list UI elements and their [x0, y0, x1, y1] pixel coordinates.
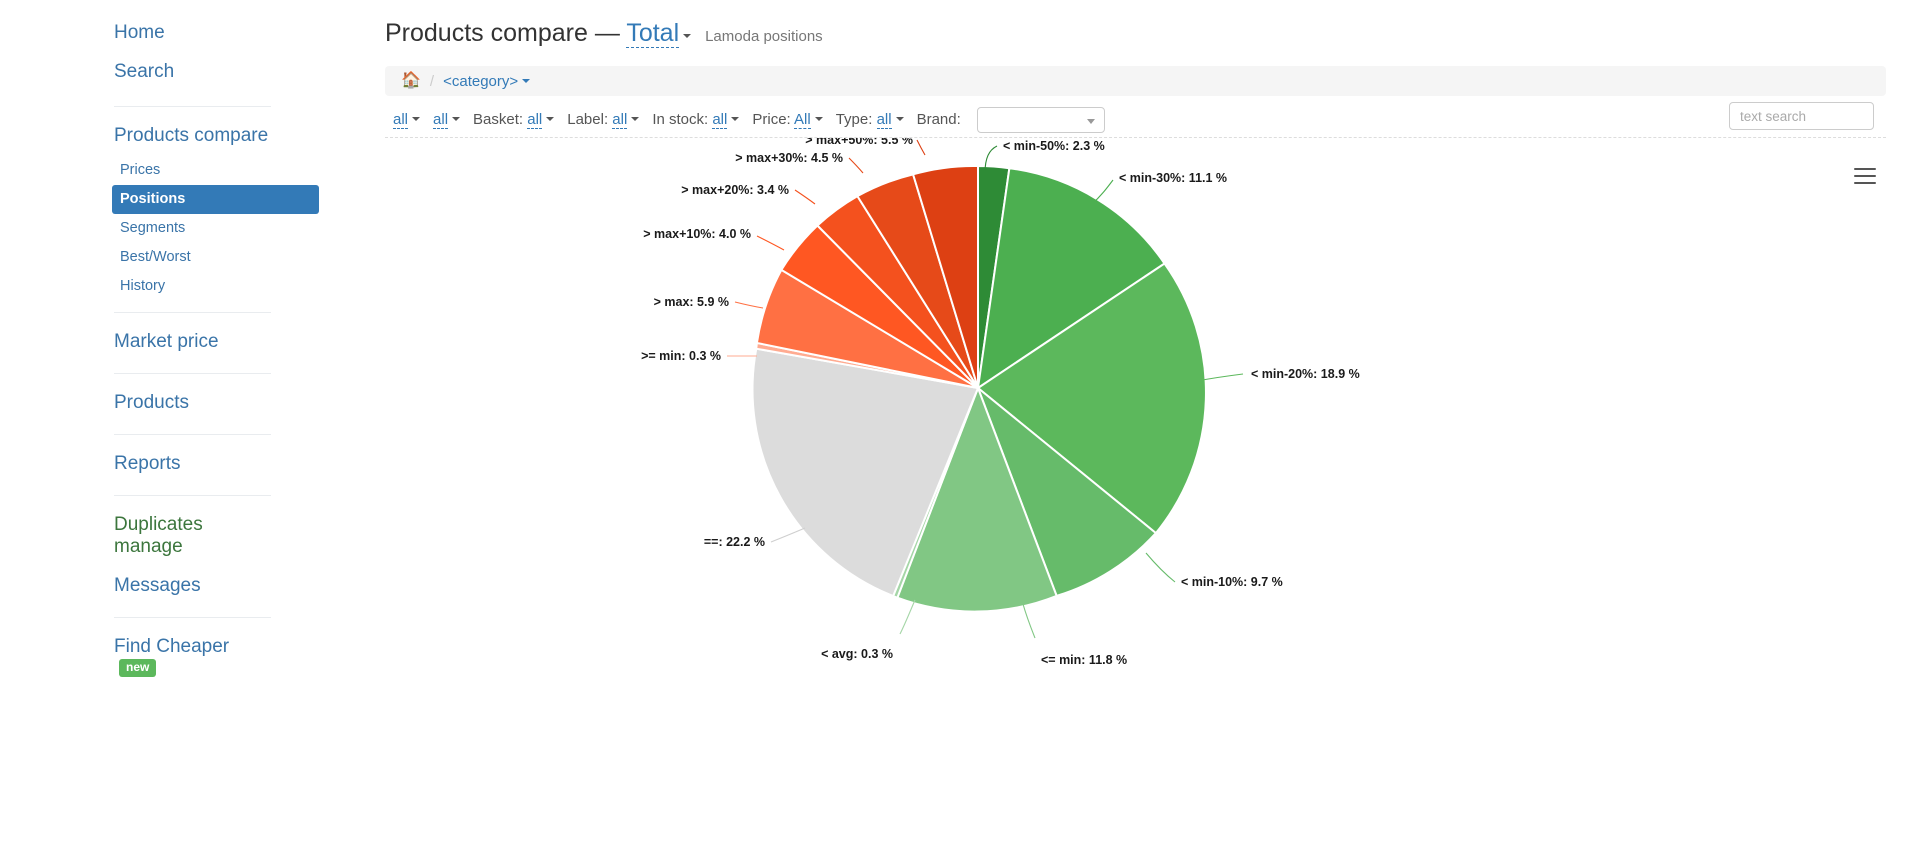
- sidebar-item-label: Find Cheaper: [114, 636, 230, 657]
- filter-price-label: Price:: [752, 111, 791, 128]
- chevron-down-icon[interactable]: [412, 117, 421, 121]
- chevron-down-icon[interactable]: [895, 117, 904, 121]
- filter-in-stock-value[interactable]: all: [712, 111, 728, 129]
- sidebar-group-primary: Home Search: [114, 14, 271, 106]
- filter-type-value[interactable]: all: [876, 111, 892, 129]
- sidebar-item-home[interactable]: Home: [114, 14, 271, 53]
- pie-label-6: ==: 22.2 %: [704, 535, 765, 549]
- new-badge: new: [119, 659, 157, 677]
- sidebar-item-market-price[interactable]: Market price: [114, 323, 271, 362]
- sidebar-item-products-compare[interactable]: Products compare: [114, 117, 271, 156]
- scope-dropdown[interactable]: Total: [626, 19, 680, 48]
- filter-1: all: [393, 111, 421, 129]
- breadcrumb: 🏠 / <category>: [385, 66, 1886, 96]
- pie-label-4: <= min: 11.8 %: [1041, 653, 1127, 667]
- sidebar-item-find-cheaper[interactable]: Find Cheaper new: [114, 628, 271, 689]
- main-content: Products compare — Total Lamoda position…: [385, 0, 1916, 846]
- filter-type: Type: all: [835, 111, 904, 129]
- pie-label-12: > max+50%: 5.5 %: [805, 138, 913, 147]
- filter-basket: Basket: all: [473, 111, 555, 129]
- filter-1-value[interactable]: all: [393, 111, 409, 129]
- positions-pie-chart: < min-50%: 2.3 % < min-30%: 11.1 % < min…: [641, 138, 1360, 667]
- sidebar-item-prices[interactable]: Prices: [112, 156, 271, 185]
- pie-slices: [751, 164, 1207, 613]
- filter-2: all: [433, 111, 461, 129]
- pie-label-7: >= min: 0.3 %: [641, 349, 721, 363]
- pie-chart-container: < min-50%: 2.3 % < min-30%: 11.1 % < min…: [385, 138, 1886, 838]
- filter-label-label: Label:: [567, 111, 609, 128]
- chevron-down-icon[interactable]: [522, 79, 531, 83]
- chevron-down-icon[interactable]: [546, 117, 555, 121]
- filter-label-value[interactable]: all: [612, 111, 628, 129]
- home-icon[interactable]: 🏠: [401, 73, 421, 89]
- sidebar-group-tools: Duplicates manage Messages: [114, 495, 271, 617]
- page-title-prefix: Products compare —: [385, 19, 620, 47]
- chevron-down-icon[interactable]: [683, 34, 692, 38]
- pie-label-10: > max+20%: 3.4 %: [681, 183, 789, 197]
- pie-label-2: < min-20%: 18.9 %: [1251, 367, 1360, 381]
- filter-basket-label: Basket:: [473, 111, 524, 128]
- chart-menu-icon[interactable]: [1854, 168, 1876, 186]
- sidebar-item-segments[interactable]: Segments: [112, 214, 271, 243]
- sidebar-group-products-compare: Products compare Prices Positions Segmen…: [112, 106, 319, 312]
- chevron-down-icon[interactable]: [814, 117, 823, 121]
- breadcrumb-separator: /: [429, 72, 435, 90]
- filter-in-stock-label: In stock:: [652, 111, 709, 128]
- sidebar-item-messages[interactable]: Messages: [114, 567, 271, 606]
- sidebar-group-find-cheaper: Find Cheaper new: [114, 617, 271, 700]
- chevron-down-icon[interactable]: [631, 117, 640, 121]
- filter-basket-value[interactable]: all: [527, 111, 543, 129]
- filter-2-value[interactable]: all: [433, 111, 449, 129]
- pie-label-5: < avg: 0.3 %: [821, 647, 893, 661]
- pie-label-9: > max+10%: 4.0 %: [643, 227, 751, 241]
- sidebar-item-products[interactable]: Products: [114, 384, 271, 423]
- filter-in-stock: In stock: all: [652, 111, 740, 129]
- sidebar-item-history[interactable]: History: [112, 272, 271, 301]
- pie-label-1: < min-30%: 11.1 %: [1119, 171, 1227, 185]
- pie-label-0: < min-50%: 2.3 %: [1003, 139, 1105, 153]
- breadcrumb-category-link[interactable]: <category>: [443, 73, 518, 90]
- chevron-down-icon: [1086, 118, 1095, 124]
- chevron-down-icon[interactable]: [731, 117, 740, 121]
- sidebar-item-reports[interactable]: Reports: [114, 445, 271, 484]
- filter-bar: all all Basket: all Label: all In stock:…: [385, 96, 1886, 138]
- sidebar-item-search[interactable]: Search: [114, 53, 271, 92]
- chevron-down-icon[interactable]: [452, 117, 461, 121]
- search-input[interactable]: [1729, 102, 1874, 130]
- sidebar-item-positions[interactable]: Positions: [112, 185, 319, 214]
- sidebar: Home Search Products compare Prices Posi…: [0, 0, 385, 846]
- pie-label-8: > max: 5.9 %: [654, 295, 729, 309]
- filter-brand-label: Brand:: [916, 111, 961, 128]
- filter-label: Label: all: [567, 111, 640, 129]
- sidebar-group-products: Products: [114, 373, 271, 434]
- sidebar-item-best-worst[interactable]: Best/Worst: [112, 243, 271, 272]
- sidebar-item-duplicates-manage[interactable]: Duplicates manage: [114, 506, 271, 567]
- brand-select[interactable]: [976, 106, 1105, 133]
- filter-type-label: Type:: [835, 111, 873, 128]
- sidebar-group-market-price: Market price: [114, 312, 271, 373]
- pie-label-11: > max+30%: 4.5 %: [735, 151, 843, 165]
- app-root: Home Search Products compare Prices Posi…: [0, 0, 1916, 846]
- page-title: Products compare — Total Lamoda position…: [385, 0, 1886, 60]
- filter-price-value[interactable]: All: [794, 111, 811, 129]
- page-subtitle: Lamoda positions: [705, 28, 823, 45]
- sidebar-group-reports: Reports: [114, 434, 271, 495]
- filter-price: Price: All: [752, 111, 823, 129]
- pie-label-3: < min-10%: 9.7 %: [1181, 575, 1283, 589]
